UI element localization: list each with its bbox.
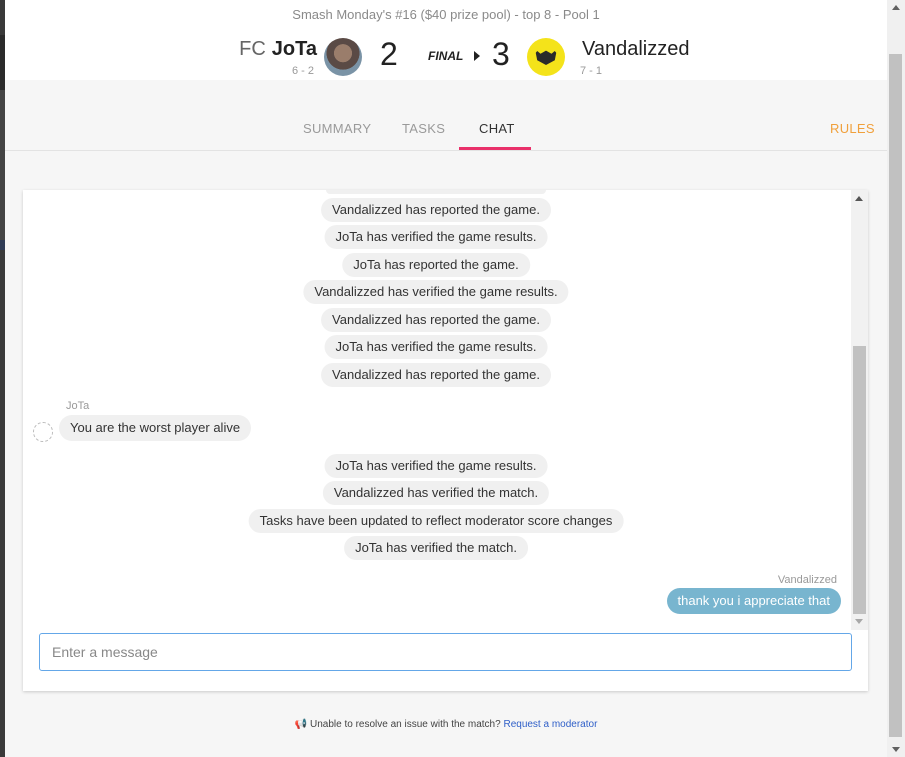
- scroll-up-icon[interactable]: [892, 5, 900, 10]
- active-tab-indicator: [459, 147, 531, 150]
- system-message: Vandalizzed has verified the game result…: [303, 280, 569, 304]
- system-message: JoTa has verified the game results.: [324, 225, 548, 249]
- tab-chat[interactable]: CHAT: [479, 121, 515, 136]
- own-chat-message: thank you i appreciate that: [666, 588, 841, 614]
- player1-record: 6 - 2: [292, 65, 315, 77]
- player2-score: 3: [492, 36, 510, 72]
- window-scrollbar[interactable]: [887, 0, 905, 757]
- scroll-down-icon[interactable]: [855, 619, 863, 624]
- chat-message: You are the worst player alive: [59, 415, 252, 441]
- tab-bar: SUMMARY TASKS CHAT RULES: [5, 80, 887, 151]
- system-message-partial: [326, 190, 546, 194]
- match-modal: Smash Monday's #16 ($40 prize pool) - to…: [5, 0, 887, 757]
- chat-panel: Vandalizzed has reported the game. JoTa …: [23, 190, 868, 691]
- window-scroll-thumb[interactable]: [889, 54, 902, 737]
- message-sender: JoTa: [66, 400, 90, 412]
- system-message: Tasks have been updated to reflect moder…: [248, 509, 624, 533]
- player1-score: 2: [380, 36, 398, 72]
- player2-record: 7 - 1: [580, 65, 603, 77]
- player1-name: FC JoTa: [239, 38, 317, 61]
- system-message: Vandalizzed has reported the game.: [321, 308, 551, 332]
- moderator-note: 📢 Unable to resolve an issue with the mat…: [5, 719, 887, 730]
- winner-arrow-icon: [474, 51, 480, 61]
- player1-avatar: [324, 38, 362, 76]
- message-input[interactable]: [39, 633, 852, 671]
- system-message: JoTa has verified the game results.: [324, 335, 548, 359]
- chat-scroll-thumb[interactable]: [853, 346, 866, 614]
- player1-tag: JoTa: [271, 38, 317, 60]
- tab-tasks[interactable]: TASKS: [402, 121, 445, 136]
- match-header: Smash Monday's #16 ($40 prize pool) - to…: [5, 0, 887, 80]
- own-message-sender: Vandalizzed: [777, 574, 837, 586]
- chat-messages[interactable]: Vandalizzed has reported the game. JoTa …: [23, 190, 868, 630]
- match-status: FINAL: [428, 49, 464, 63]
- bird-logo-icon: [535, 49, 557, 65]
- request-moderator-link[interactable]: Request a moderator: [503, 719, 597, 730]
- system-message: Vandalizzed has verified the match.: [322, 481, 550, 505]
- moderator-note-text: Unable to resolve an issue with the matc…: [310, 719, 501, 730]
- system-message: Vandalizzed has reported the game.: [321, 198, 551, 222]
- system-message: JoTa has verified the game results.: [324, 454, 548, 478]
- tab-summary[interactable]: SUMMARY: [303, 121, 371, 136]
- sender-avatar: [33, 422, 53, 442]
- megaphone-icon: 📢: [294, 719, 308, 730]
- event-title: Smash Monday's #16 ($40 prize pool) - to…: [292, 7, 600, 22]
- scroll-up-icon[interactable]: [855, 196, 863, 201]
- system-message: Vandalizzed has reported the game.: [321, 363, 551, 387]
- system-message: JoTa has verified the match.: [344, 536, 528, 560]
- rules-link[interactable]: RULES: [830, 121, 875, 136]
- player1-prefix: FC: [239, 38, 266, 60]
- chat-scrollbar[interactable]: [851, 190, 868, 630]
- player2-avatar: [527, 38, 565, 76]
- player2-name: Vandalizzed: [582, 38, 690, 60]
- system-message: JoTa has reported the game.: [342, 253, 530, 277]
- scroll-down-icon[interactable]: [892, 747, 900, 752]
